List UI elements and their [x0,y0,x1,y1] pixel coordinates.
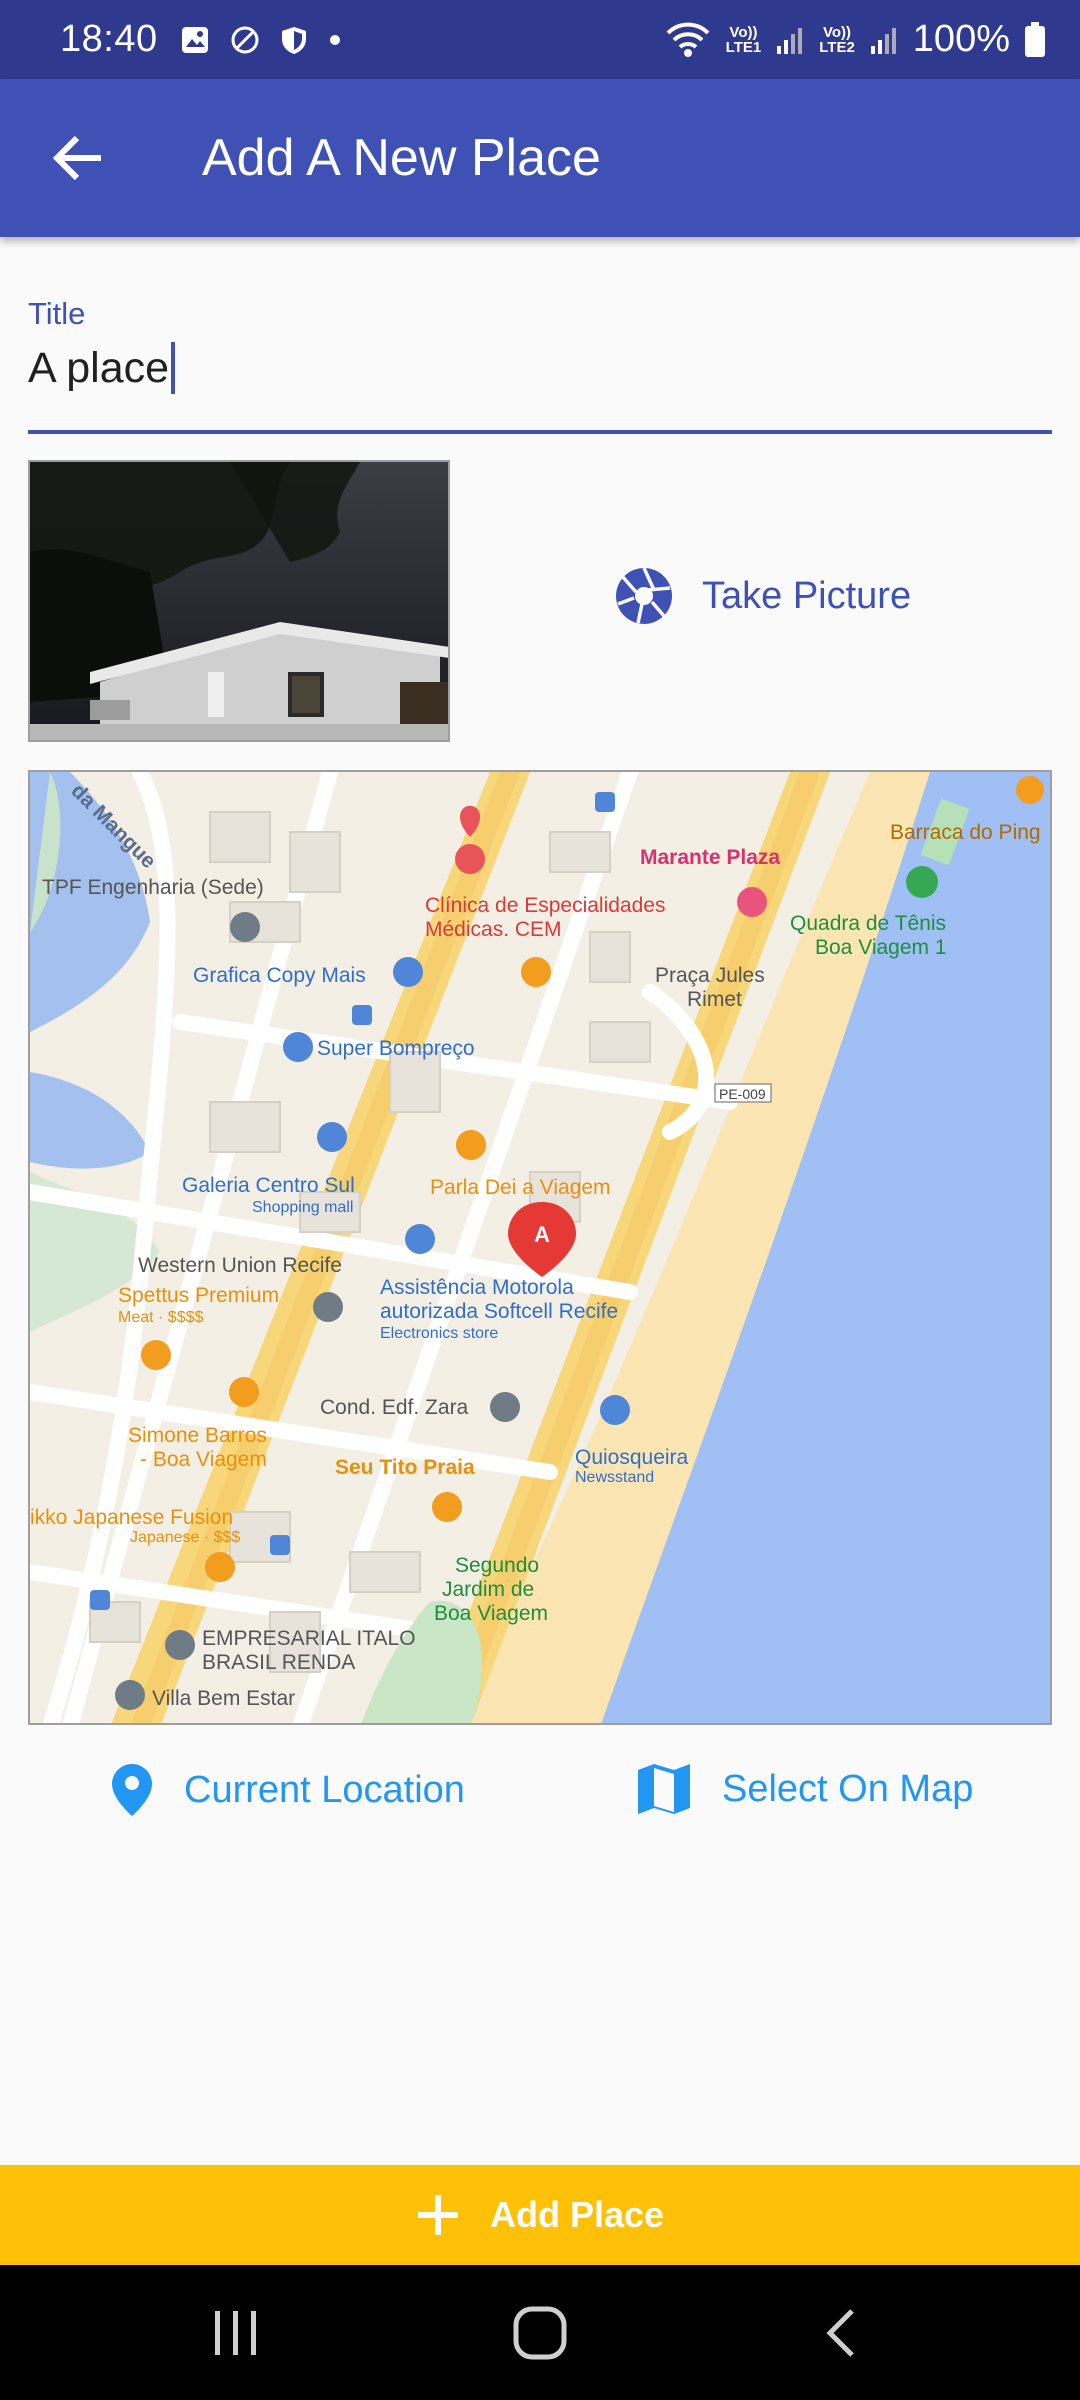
svg-text:- Boa Viagem: - Boa Viagem [140,1448,267,1471]
svg-text:Newsstand: Newsstand [575,1469,654,1486]
system-back-button[interactable] [800,2295,880,2370]
current-location-button[interactable]: Current Location [110,1762,465,1818]
battery-icon [1025,21,1045,57]
svg-text:Médicas. CEM: Médicas. CEM [425,918,562,941]
recent-apps-button[interactable] [196,2295,276,2370]
svg-text:Boa Viagem: Boa Viagem [434,1602,548,1625]
map-preview[interactable]: A da Mangue TPF Engenharia (Sede) Clínic… [28,770,1052,1725]
svg-text:PE-009: PE-009 [719,1086,766,1102]
svg-text:Meat · $$$$: Meat · $$$$ [118,1309,203,1326]
map-image: A da Mangue TPF Engenharia (Sede) Clínic… [30,772,1050,1723]
svg-text:Jardim de: Jardim de [442,1578,534,1601]
do-not-disturb-icon [231,26,259,53]
status-bar: 18:40 Vo)) LTE1 Vo)) LTE2 100% [0,0,1080,79]
svg-text:ikko Japanese Fusion: ikko Japanese Fusion [30,1506,233,1529]
svg-text:Japanese · $$$: Japanese · $$$ [130,1529,240,1546]
svg-text:autorizada Softcell Recife: autorizada Softcell Recife [380,1300,618,1323]
battery-percent: 100% [912,18,1010,60]
status-notification-icons [180,25,342,55]
svg-text:Boa Viagem 1: Boa Viagem 1 [815,936,947,959]
svg-text:Spettus Premium: Spettus Premium [118,1284,279,1307]
svg-text:Western Union Recife: Western Union Recife [138,1254,342,1277]
plus-icon [417,2195,458,2235]
svg-text:TPF Engenharia (Sede): TPF Engenharia (Sede) [42,876,264,899]
svg-text:EMPRESARIAL ITALO: EMPRESARIAL ITALO [202,1627,416,1650]
arrow-back-icon [53,135,101,181]
svg-text:Grafica Copy Mais: Grafica Copy Mais [193,964,366,987]
take-picture-button[interactable]: Take Picture [614,566,911,626]
system-nav-bar [0,2265,1080,2400]
add-place-button[interactable]: Add Place [0,2165,1080,2265]
svg-text:Clínica de Especialidades: Clínica de Especialidades [425,894,665,917]
signal-icon [777,27,803,54]
svg-text:Assistência Motorola: Assistência Motorola [380,1276,574,1299]
svg-text:Shopping mall: Shopping mall [252,1199,353,1216]
app-bar: Add A New Place [0,79,1080,237]
add-place-label: Add Place [489,2194,665,2235]
back-button[interactable] [38,118,118,198]
home-icon [513,2306,567,2359]
svg-text:Cond. Edf. Zara: Cond. Edf. Zara [320,1396,469,1419]
lte2-indicator: Vo)) LTE2 [819,23,855,56]
svg-text:Electronics store: Electronics store [380,1325,498,1342]
title-field-label: Title [28,296,86,331]
take-picture-label: Take Picture [702,574,912,617]
location-pin-icon [112,1764,152,1816]
current-location-label: Current Location [184,1768,465,1811]
title-input[interactable]: A place [28,342,176,394]
status-system-icons: Vo)) LTE1 Vo)) LTE2 100% [664,18,1046,61]
svg-text:BRASIL RENDA: BRASIL RENDA [202,1651,355,1674]
page-title: Add A New Place [202,129,601,187]
svg-text:Simone Barros: Simone Barros [128,1424,267,1447]
svg-text:Super Bompreço: Super Bompreço [317,1037,475,1060]
map-icon [638,1764,690,1814]
camera-shutter-icon [616,567,672,624]
svg-text:Seu Tito Praia: Seu Tito Praia [335,1456,475,1479]
signal-icon-2 [870,27,896,54]
svg-text:Villa Bem Estar: Villa Bem Estar [152,1687,295,1710]
lte1-indicator: Vo)) LTE1 [725,23,762,56]
svg-text:A: A [534,1222,550,1247]
svg-text:Marante Plaza: Marante Plaza [640,846,780,869]
image-preview [28,460,450,742]
select-on-map-button[interactable]: Select On Map [636,1762,973,1816]
svg-text:Galeria Centro Sul: Galeria Centro Sul [182,1174,355,1197]
svg-text:Quadra de Tênis: Quadra de Tênis [790,912,946,935]
svg-text:Rimet: Rimet [687,988,742,1011]
svg-text:Barraca do Ping: Barraca do Ping [890,821,1041,844]
shield-icon [281,26,306,54]
gallery-icon [181,26,208,53]
status-time: 18:40 [60,18,158,60]
photo-thumbnail [30,462,448,740]
svg-text:Parla Dei a Viagem: Parla Dei a Viagem [430,1176,611,1199]
select-on-map-label: Select On Map [722,1767,974,1810]
svg-text:Segundo: Segundo [455,1554,539,1577]
dot-icon [329,34,340,45]
chevron-left-icon [826,2308,854,2357]
svg-text:Praça Jules: Praça Jules [655,964,765,987]
recent-apps-icon [215,2310,256,2355]
text-cursor [171,342,176,394]
title-input-value: A place [28,343,170,392]
title-field[interactable]: Title A place [28,290,1052,434]
svg-text:Quiosqueira: Quiosqueira [575,1446,689,1469]
wifi-icon [666,22,710,57]
home-button[interactable] [500,2295,580,2370]
